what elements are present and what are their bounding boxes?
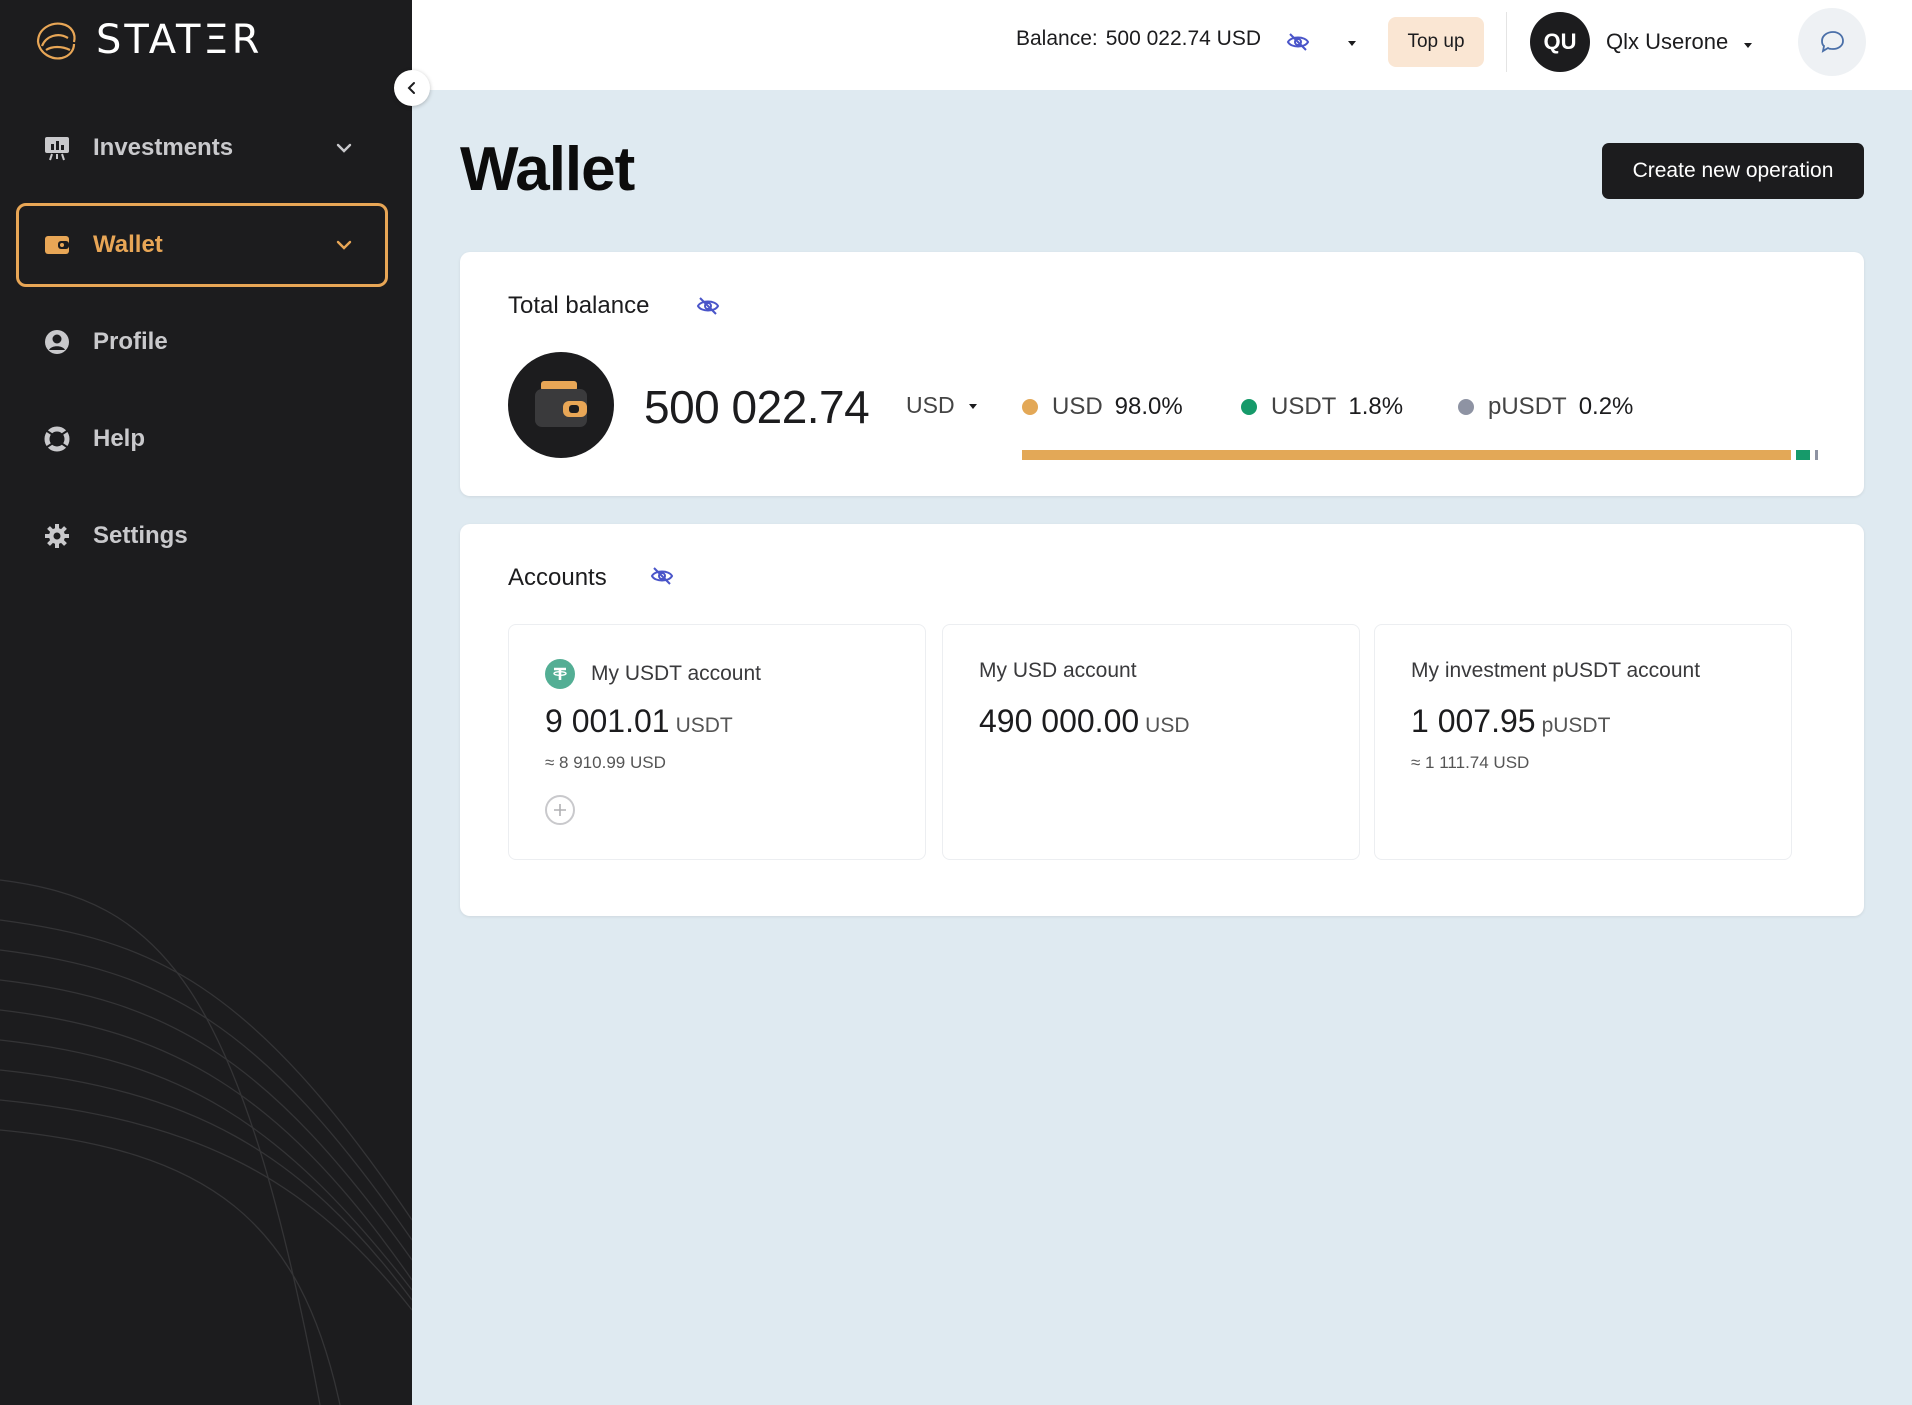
sidebar-item-investments[interactable]: Investments xyxy=(16,106,388,190)
distribution-segment-pusdt xyxy=(1815,450,1818,460)
total-balance-amount: 500 022.74 xyxy=(644,381,870,433)
legend-item-pusdt: pUSDT 0.2% xyxy=(1458,393,1633,421)
sidebar-nav: Investments Wallet Profile Help Settings xyxy=(16,106,388,591)
distribution-bar xyxy=(1022,450,1818,460)
chevron-down-icon xyxy=(333,234,355,263)
sidebar-item-label: Help xyxy=(93,425,146,452)
account-card-pusdt[interactable]: My investment pUSDT account 1 007.95 pUSD… xyxy=(1374,624,1792,860)
username[interactable]: Qlx Userone xyxy=(1606,29,1728,55)
chevron-down-icon xyxy=(333,137,355,166)
total-balance-card: Total balance 500 022.74 USD USD 98.0% U… xyxy=(460,252,1864,496)
balance-dropdown-caret-icon[interactable] xyxy=(1346,36,1358,54)
chat-bubble-icon xyxy=(1821,31,1844,53)
sidebar-item-wallet[interactable]: Wallet xyxy=(16,203,388,287)
sidebar-item-label: Investments xyxy=(93,134,234,161)
top-up-button[interactable]: Top up xyxy=(1388,17,1484,67)
user-menu-caret-icon[interactable] xyxy=(1742,38,1754,56)
logo-mark-icon xyxy=(36,22,76,60)
accounts-card: Accounts My USDT account 9 001.01 USDT ≈ … xyxy=(460,524,1864,916)
hide-accounts-eye-icon[interactable] xyxy=(650,564,674,593)
wallet-icon xyxy=(43,231,71,259)
gear-icon xyxy=(43,522,71,550)
account-amount-value: 9 001.01 xyxy=(545,703,670,739)
legend-label: pUSDT xyxy=(1488,393,1567,420)
account-card-usd[interactable]: My USD account 490 000.00 USD xyxy=(942,624,1360,860)
add-account-button[interactable] xyxy=(545,795,575,825)
account-card-usdt[interactable]: My USDT account 9 001.01 USDT ≈ 8 910.99 … xyxy=(508,624,926,860)
create-new-operation-button[interactable]: Create new operation xyxy=(1602,143,1864,199)
chat-button[interactable] xyxy=(1798,8,1866,76)
account-amount-unit: pUSDT xyxy=(1541,714,1611,737)
legend-item-usdt: USDT 1.8% xyxy=(1241,393,1403,421)
legend-dot xyxy=(1241,399,1257,415)
legend-dot xyxy=(1458,399,1474,415)
header-balance: Balance: 500 022.74 USD xyxy=(1016,27,1261,51)
legend-percent: 98.0% xyxy=(1114,393,1183,420)
legend-item-usd: USD 98.0% xyxy=(1022,393,1183,421)
sidebar-item-settings[interactable]: Settings xyxy=(16,494,388,578)
user-icon xyxy=(43,328,71,356)
avatar[interactable]: QU xyxy=(1530,12,1590,72)
account-name: My USD account xyxy=(979,659,1137,683)
chart-board-icon xyxy=(43,134,71,162)
total-balance-title: Total balance xyxy=(508,292,650,319)
wallet-badge xyxy=(508,352,614,458)
account-amount-unit: USD xyxy=(1145,714,1190,737)
legend-percent: 0.2% xyxy=(1578,393,1634,420)
accounts-title: Accounts xyxy=(508,564,607,591)
wallet-icon xyxy=(535,381,587,427)
account-name: My USDT account xyxy=(545,659,761,689)
currency-select[interactable]: USD xyxy=(906,392,979,419)
hide-balance-eye-icon[interactable] xyxy=(1286,30,1310,59)
hide-total-eye-icon[interactable] xyxy=(696,294,720,323)
legend-label: USDT xyxy=(1271,393,1337,420)
account-name: My investment pUSDT account xyxy=(1411,659,1700,683)
account-amount: 490 000.00 USD xyxy=(979,703,1190,740)
account-amount-value: 490 000.00 xyxy=(979,703,1140,739)
page-title: Wallet xyxy=(460,135,635,204)
legend-dot xyxy=(1022,399,1038,415)
distribution-segment-usd xyxy=(1022,450,1791,460)
account-amount: 1 007.95 pUSDT xyxy=(1411,703,1610,740)
distribution-segment-usdt xyxy=(1795,450,1810,460)
account-name-label: My USD account xyxy=(979,659,1137,682)
collapse-sidebar-button[interactable] xyxy=(394,70,430,106)
sidebar-item-help[interactable]: Help xyxy=(16,397,388,481)
account-name-label: My investment pUSDT account xyxy=(1411,659,1701,682)
balance-value: 500 022.74 USD xyxy=(1105,27,1262,50)
account-approx-value: ≈ 1 111.74 USD xyxy=(1411,753,1530,772)
legend-label: USD xyxy=(1052,393,1103,420)
decorative-waves xyxy=(0,879,412,1405)
sidebar-item-label: Settings xyxy=(93,522,188,549)
brand-name: STATΞR xyxy=(96,17,263,63)
account-amount-unit: USDT xyxy=(675,714,733,737)
top-bar: Balance: 500 022.74 USD Top up QU Qlx Us… xyxy=(412,0,1912,90)
account-name-label: My USDT account xyxy=(591,662,761,685)
account-amount: 9 001.01 USDT xyxy=(545,703,733,740)
plus-icon xyxy=(554,804,566,816)
lifebuoy-icon xyxy=(43,425,71,453)
account-amount-value: 1 007.95 xyxy=(1411,703,1536,739)
caret-down-icon xyxy=(968,403,977,409)
sidebar: STATΞR Investments Wallet Profile Help S… xyxy=(0,0,412,1405)
sidebar-item-label: Profile xyxy=(93,328,168,355)
balance-label: Balance: xyxy=(1016,27,1098,50)
chevron-left-icon xyxy=(407,82,415,94)
brand-logo[interactable]: STATΞR xyxy=(32,16,262,64)
currency-value: USD xyxy=(906,392,955,418)
tether-icon xyxy=(545,659,575,689)
sidebar-item-profile[interactable]: Profile xyxy=(16,300,388,384)
sidebar-item-label: Wallet xyxy=(93,231,163,258)
account-approx-value: ≈ 8 910.99 USD xyxy=(545,753,666,772)
header-divider xyxy=(1506,12,1507,72)
legend-percent: 1.8% xyxy=(1348,393,1404,420)
